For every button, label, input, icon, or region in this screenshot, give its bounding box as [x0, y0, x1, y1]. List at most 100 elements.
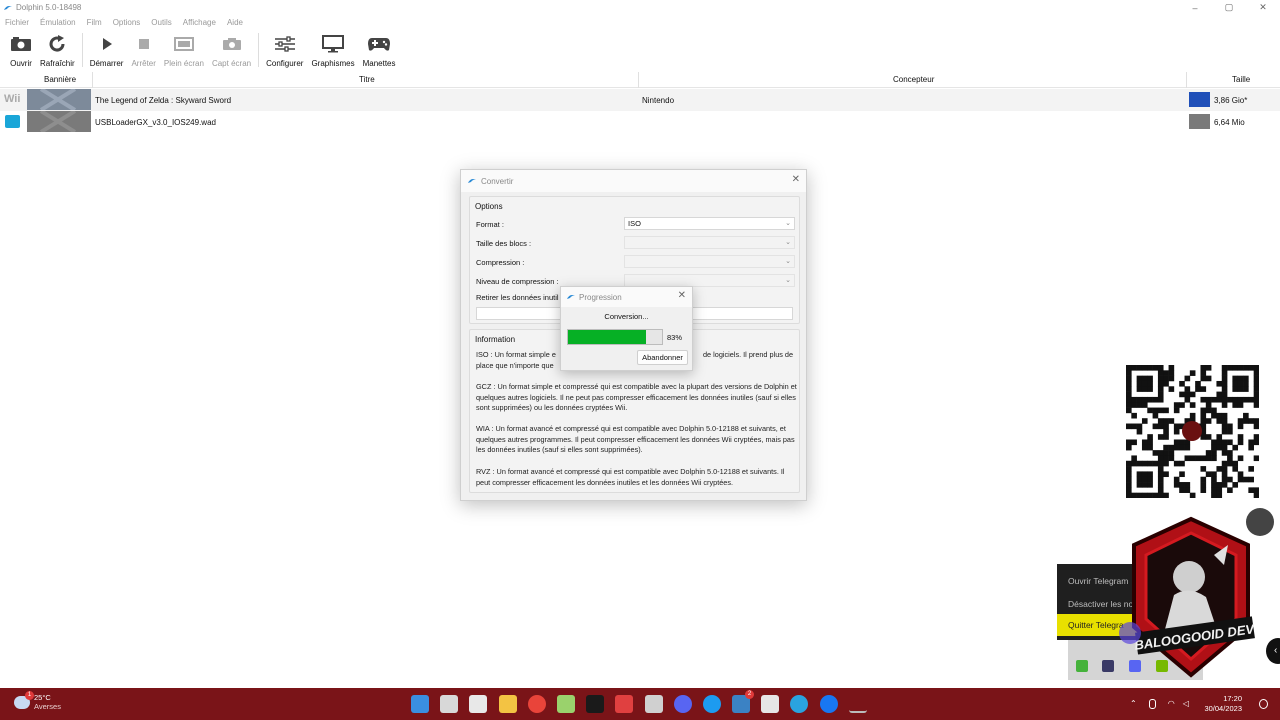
app-icon[interactable] [644, 695, 663, 713]
menu-item-quit-telegram[interactable]: Quitter Telegra [1068, 620, 1124, 630]
sliders-icon [274, 36, 295, 52]
clock-time: 17:20 [1223, 694, 1242, 703]
wifi-icon[interactable]: ◠ [1168, 699, 1175, 709]
fullscreen-button[interactable]: Plein écran [160, 31, 208, 68]
toolbar-separator [81, 33, 83, 67]
netflix-icon[interactable] [586, 695, 605, 713]
dolphin-icon [468, 179, 476, 183]
wii-platform-icon: Wii [4, 93, 21, 105]
notification-badge: 2 [745, 690, 755, 699]
block-size-select[interactable]: ⌄ [624, 236, 795, 249]
column-banner[interactable]: Bannière [44, 75, 76, 84]
store-icon[interactable] [469, 695, 488, 713]
qr-code [1126, 365, 1259, 498]
chrome-icon[interactable] [527, 695, 546, 713]
info-rvz-text: RVZ : Un format avancé et compressé qui … [476, 467, 785, 487]
system-tray: ⌃ ◠ ◁ [1130, 699, 1189, 709]
play-icon [102, 38, 112, 50]
convert-dialog-titlebar: Convertir [461, 170, 806, 192]
window-title: Dolphin 5.0-18498 [16, 3, 82, 12]
refresh-button[interactable]: Rafraîchir [36, 31, 79, 68]
eu-flag-icon [1189, 92, 1210, 107]
fullscreen-icon [173, 37, 194, 51]
menu-help[interactable]: Aide [227, 18, 243, 27]
column-size[interactable]: Taille [1232, 75, 1250, 84]
toolbar: Ouvrir Rafraîchir Démarrer Arrêter Plein… [0, 31, 1280, 69]
block-size-label: Taille des blocs : [476, 239, 532, 248]
table-row[interactable]: Wii The Legend of Zelda : Skyward Sword … [0, 89, 1280, 111]
progress-dialog-titlebar: Progression [561, 287, 692, 307]
weather-badge: 1 [25, 690, 34, 700]
game-list-header: Bannière Titre Concepteur Taille [0, 72, 1280, 88]
messaging-icon[interactable]: 2 [732, 690, 755, 713]
maximize-button[interactable]: ▢ [1212, 0, 1246, 15]
column-maker[interactable]: Concepteur [893, 75, 934, 84]
open-button[interactable]: Ouvrir [6, 31, 36, 68]
stop-icon [138, 39, 149, 49]
controllers-button[interactable]: Manettes [359, 31, 400, 68]
screenshot-button[interactable]: Capt écran [208, 31, 255, 68]
graphics-button[interactable]: Graphismes [307, 31, 358, 68]
cancel-button[interactable]: Abandonner [637, 350, 688, 365]
info-gcz-text: GCZ : Un format simple et compressé qui … [476, 382, 797, 412]
menu-movie[interactable]: Film [87, 18, 102, 27]
ccleaner-icon[interactable] [615, 695, 634, 713]
table-row[interactable]: USBLoaderGX_v3.0_IOS249.wad 6,64 Mio [0, 111, 1280, 133]
mail-icon[interactable] [761, 695, 780, 713]
windows-start-icon[interactable] [411, 695, 429, 713]
column-separator [638, 72, 639, 88]
stop-button[interactable]: Arrêter [127, 31, 159, 68]
compression-select[interactable]: ⌄ [624, 255, 795, 268]
remove-junk-label: Retirer les données inutil [476, 293, 559, 302]
chevron-left-icon[interactable]: ‹ [1266, 638, 1280, 664]
twitter-icon[interactable] [702, 695, 721, 713]
progress-dialog: Progression ✕ Conversion... 83% Abandonn… [560, 286, 693, 371]
close-icon[interactable]: ✕ [678, 290, 686, 301]
weather-icon: 1 [14, 690, 34, 709]
title-bar: Dolphin 5.0-18498 – ▢ ✕ [0, 0, 1280, 15]
menu-file[interactable]: Fichier [5, 18, 29, 27]
game-banner [27, 111, 91, 132]
volume-icon[interactable]: ◁ [1183, 699, 1189, 709]
minimize-button[interactable]: – [1178, 0, 1212, 15]
menu-view[interactable]: Affichage [183, 18, 216, 27]
menu-tools[interactable]: Outils [151, 18, 171, 27]
game-title: The Legend of Zelda : Skyward Sword [95, 96, 232, 105]
dolphin-icon [4, 5, 12, 10]
channel-logo: BALOOGOOID DEV [1132, 516, 1256, 678]
column-title[interactable]: Titre [359, 75, 375, 84]
close-icon[interactable]: ✕ [792, 174, 800, 185]
progress-dialog-title: Progression [579, 292, 622, 302]
compression-level-label: Niveau de compression : [476, 277, 559, 286]
game-banner [27, 89, 91, 110]
telegram-icon[interactable] [790, 695, 809, 713]
dolphin-taskbar-icon[interactable] [848, 695, 867, 713]
discord-icon[interactable] [673, 695, 692, 713]
microphone-icon[interactable] [1148, 699, 1156, 709]
menu-options[interactable]: Options [113, 18, 141, 27]
toolbar-separator [258, 33, 260, 67]
start-button[interactable]: Démarrer [86, 31, 128, 68]
clock-date: 30/04/2023 [1204, 704, 1242, 713]
format-select[interactable]: ISO ⌄ [624, 217, 795, 230]
mouse-cursor [1119, 622, 1141, 644]
menu-item-open-telegram[interactable]: Ouvrir Telegram [1068, 576, 1128, 586]
game-size: 3,86 Gio* [1214, 96, 1248, 105]
file-explorer-icon[interactable] [498, 695, 517, 713]
configure-button[interactable]: Configurer [262, 31, 307, 68]
facebook-icon[interactable] [819, 695, 838, 713]
progress-bar-fill [568, 330, 647, 344]
notifications-icon[interactable] [1259, 699, 1268, 709]
close-button[interactable]: ✕ [1246, 0, 1280, 15]
task-view-icon[interactable] [440, 695, 459, 713]
tray-app-icon[interactable] [1102, 660, 1114, 672]
chevron-up-icon[interactable]: ⌃ [1130, 699, 1137, 709]
info-iso-text-continued: de logiciels. Il prend plus de [703, 350, 794, 359]
clock[interactable]: 17:20 30/04/2023 [1204, 694, 1242, 714]
taskbar: 1 25°C Averses 2 ⌃ ◠ ◁ 17:20 30/04/2023 [0, 688, 1280, 720]
menu-emulation[interactable]: Émulation [40, 18, 76, 27]
weather-widget[interactable]: 1 25°C Averses [14, 690, 61, 711]
notepad-icon[interactable] [556, 695, 575, 713]
tray-app-icon[interactable] [1076, 660, 1088, 672]
column-separator [92, 72, 93, 88]
